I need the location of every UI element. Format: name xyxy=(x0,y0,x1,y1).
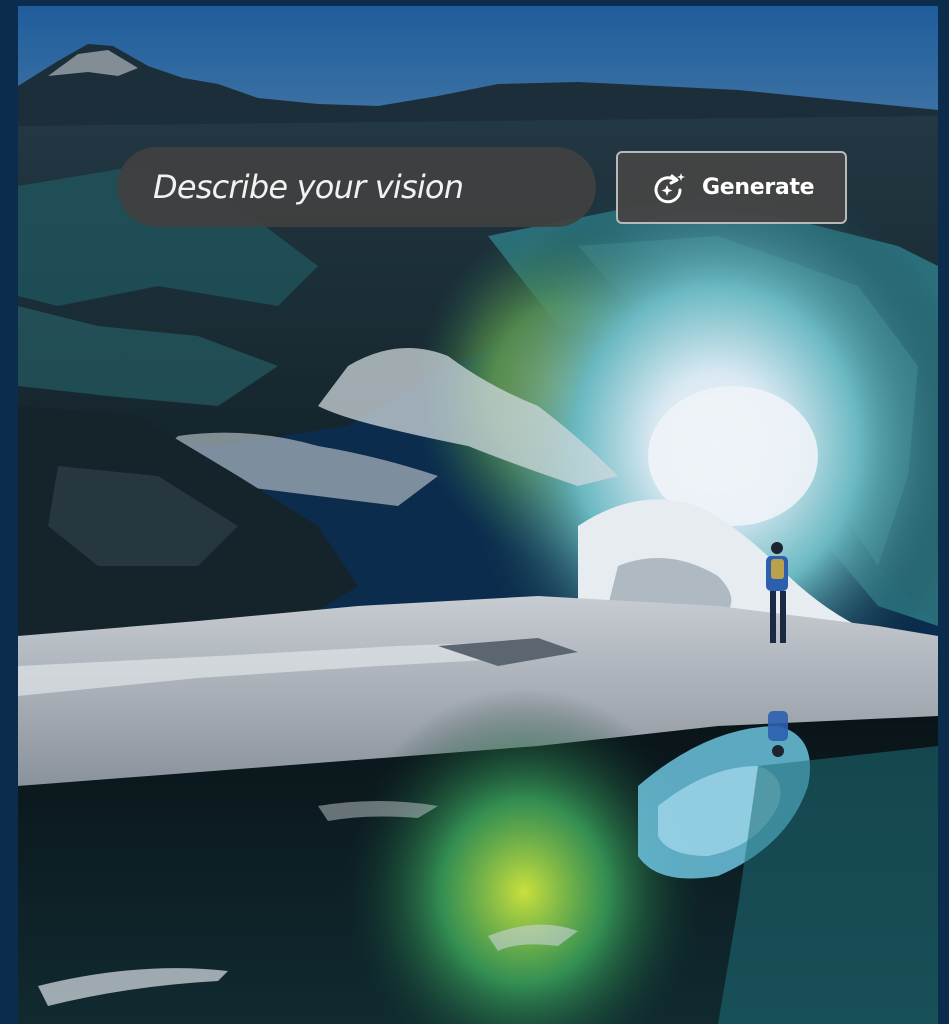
generate-button[interactable]: Generate xyxy=(616,151,847,224)
prompt-input[interactable]: Describe your vision xyxy=(117,147,596,227)
generate-label: Generate xyxy=(702,175,815,200)
page-frame: Describe your vision Generate xyxy=(0,0,949,1024)
sparkle-refresh-icon xyxy=(650,169,688,207)
prompt-placeholder: Describe your vision xyxy=(153,168,464,206)
